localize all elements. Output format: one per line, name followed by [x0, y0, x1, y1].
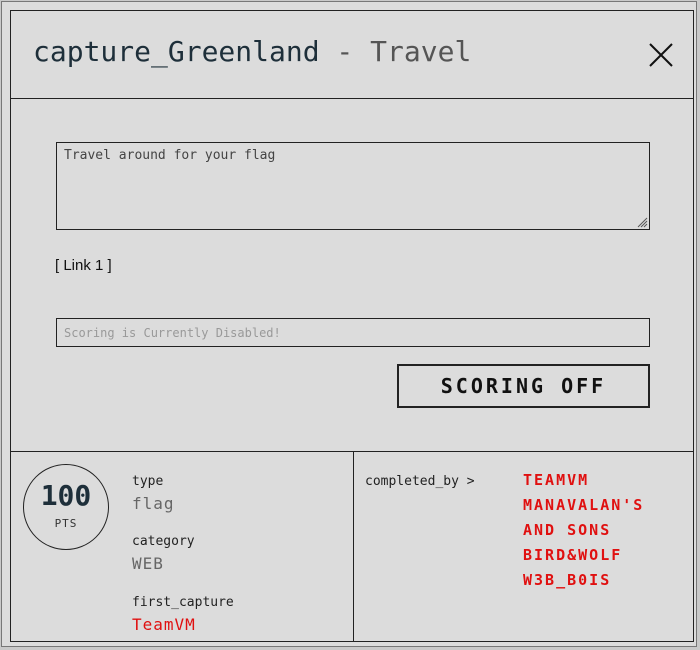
description-textarea[interactable]: Travel around for your flag [56, 142, 650, 230]
flag-input[interactable] [56, 318, 650, 347]
points-badge: 100 PTS [23, 464, 109, 550]
modal-header: capture_Greenland - Travel [11, 11, 693, 99]
points-unit: PTS [54, 517, 78, 530]
challenge-link[interactable]: [ Link 1 ] [55, 257, 112, 274]
first-capture-label: first_capture [132, 595, 234, 610]
first-capture-value: TeamVM [132, 615, 196, 634]
title-separator: - [319, 35, 371, 68]
close-icon [649, 43, 673, 67]
close-button[interactable] [647, 41, 675, 69]
completed-by-team: MANAVALAN'S AND SONS [523, 496, 645, 539]
completed-by-team: TEAMVM [523, 471, 590, 489]
completed-by-label: completed_by > [365, 474, 475, 489]
type-value: flag [132, 494, 175, 513]
modal-title: capture_Greenland - Travel [33, 35, 471, 68]
category-value: WEB [132, 554, 164, 573]
scoring-button[interactable]: SCORING OFF [397, 364, 650, 408]
challenge-name: capture_Greenland [33, 35, 320, 68]
completed-by-team: W3B_B0IS [523, 571, 612, 589]
points-value: 100 [40, 479, 92, 512]
category-label: category [132, 534, 195, 549]
type-label: type [132, 474, 164, 489]
resize-grip-icon[interactable] [637, 217, 648, 228]
completed-by-list: TEAMVM MANAVALAN'S AND SONS BIRD&WOLF W3… [523, 468, 683, 593]
challenge-modal: capture_Greenland - Travel Travel around… [10, 10, 694, 642]
page-frame: capture_Greenland - Travel Travel around… [1, 1, 697, 647]
title-category: Travel [370, 35, 472, 68]
challenge-info-panel: 100 PTS type flag category WEB first_cap… [11, 452, 354, 642]
modal-footer: 100 PTS type flag category WEB first_cap… [11, 451, 693, 642]
completed-by-team: BIRD&WOLF [523, 546, 623, 564]
